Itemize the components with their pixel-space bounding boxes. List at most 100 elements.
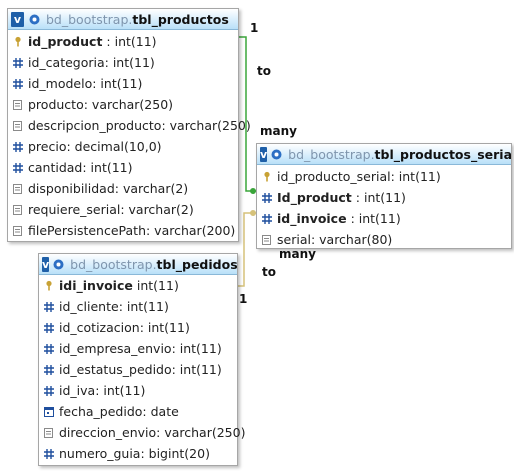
- text-icon: [43, 427, 54, 438]
- table-title: bd_bootstrap.tbl_productos_seriales: [288, 147, 511, 162]
- column-name: id_producto_serial: [277, 169, 391, 184]
- column-row[interactable]: serial : varchar(80): [257, 229, 511, 250]
- column-list: id_producto_serial : int(11) Id_product …: [257, 165, 511, 250]
- date-icon: [43, 406, 54, 417]
- column-type: : bigint(20): [140, 446, 210, 461]
- column-row[interactable]: id_producto_serial : int(11): [257, 166, 511, 187]
- column-row[interactable]: id_modelo : int(11): [8, 73, 238, 94]
- column-name: requiere_serial: [28, 202, 121, 217]
- column-row[interactable]: id_invoice : int(11): [257, 208, 511, 229]
- column-name: disponibilidad: [28, 181, 115, 196]
- hash-icon: [12, 162, 23, 173]
- column-row[interactable]: numero_guia : bigint(20): [39, 443, 237, 464]
- column-type: : varchar(250): [161, 118, 251, 133]
- relation-line-pedidos-seriales: [237, 212, 258, 287]
- column-name: id_modelo: [28, 76, 93, 91]
- hash-icon: [43, 322, 54, 333]
- column-list: idi_invoice int(11) id_cliente : int(11)…: [39, 275, 245, 464]
- column-name: numero_guia: [59, 446, 141, 461]
- column-row[interactable]: precio : decimal(10,0): [8, 136, 238, 157]
- table-name: tbl_productos: [132, 11, 229, 27]
- column-name: precio: [28, 139, 67, 154]
- column-type: : int(11): [118, 299, 169, 314]
- column-row[interactable]: filePersistencePath : varchar(200): [8, 220, 238, 241]
- hash-icon: [261, 213, 272, 224]
- table-tbl-pedidos[interactable]: v bd_bootstrap.tbl_pedidos idi_invoice i…: [38, 253, 245, 466]
- column-name: fecha_pedido: [59, 404, 143, 419]
- relation1-from-cardinality: 1: [250, 21, 259, 35]
- column-name: id_categoria: [28, 55, 105, 70]
- column-name: id_estatus_pedido: [59, 362, 172, 377]
- table-header[interactable]: v bd_bootstrap.tbl_pedidos: [39, 254, 237, 275]
- gear-icon[interactable]: [52, 257, 65, 271]
- relation-line-productos-seriales: [238, 36, 258, 192]
- hash-icon: [12, 141, 23, 152]
- column-type: : int(11): [92, 76, 143, 91]
- key-icon: [261, 171, 272, 182]
- column-row[interactable]: fecha_pedido : date: [39, 401, 237, 422]
- column-type: : varchar(2): [120, 202, 194, 217]
- column-row[interactable]: id_cotizacion : int(11): [39, 317, 237, 338]
- column-type: : varchar(80): [310, 232, 393, 247]
- database-name: bd_bootstrap.: [70, 256, 157, 272]
- column-name: producto: [28, 97, 84, 112]
- column-row[interactable]: Id_product : int(11): [257, 187, 511, 208]
- column-row[interactable]: requiere_serial : varchar(2): [8, 199, 238, 220]
- column-name: id_invoice: [277, 211, 347, 226]
- hash-icon: [43, 364, 54, 375]
- column-name: filePersistencePath: [28, 223, 146, 238]
- database-name: bd_bootstrap.: [288, 146, 375, 162]
- text-icon: [12, 225, 23, 236]
- column-name: id_iva: [59, 383, 96, 398]
- gear-icon[interactable]: [270, 147, 283, 161]
- column-type: : varchar(250): [156, 425, 246, 440]
- relation1-mid-label: to: [257, 64, 271, 78]
- column-row[interactable]: id_product : int(11): [8, 31, 238, 52]
- database-name: bd_bootstrap.: [46, 11, 133, 27]
- column-row[interactable]: idi_invoice int(11): [39, 275, 237, 296]
- column-type: : int(11): [350, 211, 401, 226]
- collapse-button[interactable]: v: [11, 11, 24, 27]
- column-name: id_product: [28, 34, 103, 49]
- column-type: : int(11): [82, 160, 133, 175]
- collapse-button[interactable]: v: [42, 256, 50, 272]
- column-type: : varchar(2): [114, 181, 189, 196]
- column-row[interactable]: direccion_envio : varchar(250): [39, 422, 245, 443]
- column-type: : int(11): [390, 169, 441, 184]
- column-type: : int(11): [171, 362, 222, 377]
- relation1-to-cardinality: many: [260, 124, 297, 138]
- text-icon: [12, 183, 23, 194]
- column-row[interactable]: descripcion_producto : varchar(250): [8, 115, 251, 136]
- column-type: : int(11): [104, 55, 155, 70]
- relation2-mid-label: to: [262, 265, 276, 279]
- column-type: : varchar(250): [83, 97, 174, 112]
- key-icon: [43, 280, 54, 291]
- column-type: int(11): [136, 278, 179, 293]
- column-row[interactable]: id_estatus_pedido : int(11): [39, 359, 237, 380]
- gear-icon[interactable]: [27, 12, 41, 26]
- column-row[interactable]: cantidad : int(11): [8, 157, 238, 178]
- column-name: id_cliente: [59, 299, 119, 314]
- table-tbl-productos[interactable]: v bd_bootstrap.tbl_productos id_product …: [7, 8, 251, 242]
- column-row[interactable]: producto : varchar(250): [8, 94, 238, 115]
- column-row[interactable]: disponibilidad : varchar(2): [8, 178, 238, 199]
- table-header[interactable]: v bd_bootstrap.tbl_productos_seriales: [257, 144, 511, 165]
- column-type: : int(11): [106, 34, 157, 49]
- collapse-button[interactable]: v: [260, 146, 268, 162]
- column-row[interactable]: id_empresa_envio : int(11): [39, 338, 237, 359]
- column-row[interactable]: id_categoria : int(11): [8, 52, 238, 73]
- column-type: : int(11): [355, 190, 406, 205]
- column-row[interactable]: id_cliente : int(11): [39, 296, 237, 317]
- column-name: direccion_envio: [59, 425, 157, 440]
- table-name: tbl_pedidos: [156, 256, 237, 272]
- column-type: : date: [142, 404, 179, 419]
- column-name: cantidad: [28, 160, 83, 175]
- text-icon: [12, 204, 23, 215]
- relation2-to-cardinality: 1: [239, 292, 248, 306]
- hash-icon: [43, 343, 54, 354]
- table-tbl-productos-seriales[interactable]: v bd_bootstrap.tbl_productos_seriales id…: [256, 143, 512, 249]
- hash-icon: [43, 301, 54, 312]
- column-row[interactable]: id_iva : int(11): [39, 380, 237, 401]
- column-name: id_empresa_envio: [59, 341, 172, 356]
- table-header[interactable]: v bd_bootstrap.tbl_productos: [8, 9, 238, 30]
